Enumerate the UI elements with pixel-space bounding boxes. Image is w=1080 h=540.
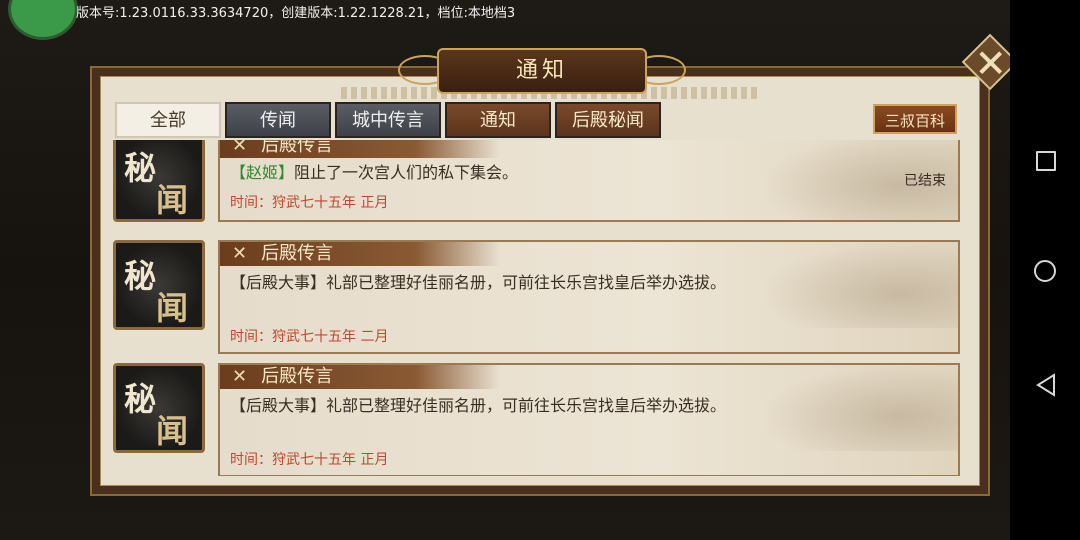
badge-char: 闻 [156, 412, 189, 450]
card-message: 【后殿大事】礼部已整理好佳丽名册，可前往长乐宫找皇后举办选拔。 [230, 273, 727, 292]
tab-rumors[interactable]: 传闻 [225, 102, 331, 138]
list-item: 秘 闻 ✕ 后殿传言 【后殿大事】礼部已整理好佳丽名册，可前往长乐宫找皇后举办选拔… [107, 240, 962, 354]
badge-char: 秘 [124, 380, 157, 418]
badge-char: 闻 [156, 181, 189, 219]
notification-card: ✕ 后殿传言 【后殿大事】礼部已整理好佳丽名册，可前往长乐宫找皇后举办选拔。 时间… [218, 363, 960, 476]
badge-char: 闻 [156, 289, 189, 327]
tab-all[interactable]: 全部 [115, 102, 221, 138]
secret-news-badge: 秘 闻 [113, 140, 205, 222]
notification-list[interactable]: 秘 闻 ✕ 后殿传言 【赵姬】阻止了一次宫人们的私下集会。 时间：狩武七十五年 正… [107, 140, 962, 476]
mountain-painting-decor [758, 242, 958, 328]
wiki-button[interactable]: 三叔百科 [873, 104, 957, 134]
card-header: ✕ 后殿传言 [220, 365, 500, 389]
card-message: 【赵姬】阻止了一次宫人们的私下集会。 [230, 162, 740, 184]
character-name: 【赵姬】 [230, 163, 295, 182]
notification-card: ✕ 后殿传言 【后殿大事】礼部已整理好佳丽名册，可前往长乐宫找皇后举办选拔。 时间… [218, 240, 960, 354]
card-header-label: 后殿传言 [261, 140, 334, 156]
card-header: ✕ 后殿传言 [220, 242, 500, 266]
crossed-swords-icon: ✕ [232, 140, 248, 156]
status-label: 已结束 [904, 173, 946, 189]
list-item: 秘 闻 ✕ 后殿传言 【后殿大事】礼部已整理好佳丽名册，可前往长乐宫找皇后举办选拔… [107, 363, 962, 476]
circle-icon[interactable] [1030, 256, 1060, 286]
crossed-swords-icon: ✕ [232, 243, 248, 264]
tab-palace-secrets[interactable]: 后殿秘闻 [555, 102, 661, 138]
message-text: 阻止了一次宫人们的私下集会。 [294, 163, 519, 182]
dialog-title: 通知 [437, 48, 647, 94]
card-header: ✕ 后殿传言 [220, 140, 500, 158]
notification-card: ✕ 后殿传言 【赵姬】阻止了一次宫人们的私下集会。 时间：狩武七十五年 正月 已结… [218, 140, 960, 222]
mountain-painting-decor [758, 365, 958, 451]
secret-news-badge: 秘 闻 [113, 363, 205, 453]
secret-news-badge: 秘 闻 [113, 240, 205, 330]
card-header-label: 后殿传言 [261, 366, 334, 387]
android-nav-bar [1010, 0, 1080, 540]
tab-city-rumors[interactable]: 城中传言 [335, 102, 441, 138]
version-info: 版本号:1.23.0116.33.3634720，创建版本:1.22.1228.… [76, 6, 516, 21]
list-item: 秘 闻 ✕ 后殿传言 【赵姬】阻止了一次宫人们的私下集会。 时间：狩武七十五年 正… [107, 140, 962, 244]
triangle-back-icon[interactable] [1030, 370, 1060, 400]
card-time: 时间：狩武七十五年 二月 [230, 329, 389, 345]
badge-char: 秘 [124, 257, 157, 295]
card-message: 【后殿大事】礼部已整理好佳丽名册，可前往长乐宫找皇后举办选拔。 [230, 396, 727, 415]
square-icon[interactable] [1030, 145, 1060, 175]
badge-char: 秘 [124, 149, 157, 187]
crossed-swords-icon: ✕ [232, 366, 248, 387]
card-time: 时间：狩武七十五年 正月 [230, 195, 389, 211]
card-time: 时间：狩武七十五年 正月 [230, 452, 389, 468]
tab-notice[interactable]: 通知 [445, 102, 551, 138]
card-header-label: 后殿传言 [261, 243, 334, 264]
